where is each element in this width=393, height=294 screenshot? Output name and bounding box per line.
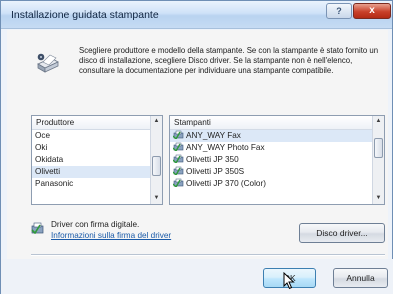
help-button[interactable]: ? bbox=[326, 3, 352, 19]
printer-driver-icon bbox=[173, 166, 184, 175]
scroll-down-arrow-icon[interactable]: ▼ bbox=[151, 193, 162, 204]
manufacturer-item-selected[interactable]: Olivetti bbox=[32, 166, 162, 178]
printer-scrollbar[interactable]: ▲ ▼ bbox=[372, 116, 384, 204]
printer-driver-icon bbox=[173, 178, 184, 187]
printer-list[interactable]: Stampanti ANY_WAY Fax ANY_WAY Photo Fax … bbox=[169, 115, 385, 205]
printer-item-selected[interactable]: ANY_WAY Fax bbox=[170, 130, 384, 142]
manufacturer-item[interactable]: Oki bbox=[32, 142, 162, 154]
printer-item-label: Olivetti JP 370 (Color) bbox=[186, 179, 266, 188]
scroll-up-arrow-icon[interactable]: ▲ bbox=[151, 116, 162, 127]
dialog-footer: OK Annulla bbox=[1, 259, 393, 294]
signed-driver-icon bbox=[31, 222, 44, 234]
title-bar[interactable]: Installazione guidata stampante ? x bbox=[1, 1, 392, 29]
printer-wizard-window: Installazione guidata stampante ? x Sceg… bbox=[0, 0, 393, 294]
intro-text: Scegliere produttore e modello della sta… bbox=[79, 46, 379, 75]
driver-signature-info-link[interactable]: Informazioni sulla firma del driver bbox=[51, 231, 171, 240]
printer-driver-icon bbox=[173, 130, 184, 139]
printer-item-label: Olivetti JP 350 bbox=[186, 155, 239, 164]
manufacturer-list-body: Oce Oki Okidata Olivetti Panasonic bbox=[32, 130, 162, 190]
driver-signed-text: Driver con firma digitale. bbox=[51, 220, 140, 229]
manufacturer-list[interactable]: Produttore Oce Oki Okidata Olivetti Pana… bbox=[31, 115, 163, 205]
scroll-thumb[interactable] bbox=[374, 138, 383, 158]
disk-driver-button[interactable]: Disco driver... bbox=[299, 223, 385, 243]
printer-driver-icon bbox=[173, 142, 184, 151]
printer-item[interactable]: Olivetti JP 350S bbox=[170, 166, 384, 178]
manufacturer-column-header[interactable]: Produttore bbox=[32, 116, 162, 130]
printer-driver-icon bbox=[173, 154, 184, 163]
printer-list-body: ANY_WAY Fax ANY_WAY Photo Fax Olivetti J… bbox=[170, 130, 384, 190]
separator bbox=[31, 254, 385, 256]
close-button[interactable]: x bbox=[353, 3, 391, 19]
manufacturer-item[interactable]: Okidata bbox=[32, 154, 162, 166]
scroll-down-arrow-icon[interactable]: ▼ bbox=[373, 193, 384, 204]
window-title: Installazione guidata stampante bbox=[11, 9, 159, 21]
printer-item-label: ANY_WAY Fax bbox=[186, 131, 241, 140]
printer-item-label: ANY_WAY Photo Fax bbox=[186, 143, 265, 152]
printer-item[interactable]: Olivetti JP 350 bbox=[170, 154, 384, 166]
printer-item[interactable]: Olivetti JP 370 (Color) bbox=[170, 178, 384, 190]
scroll-up-arrow-icon[interactable]: ▲ bbox=[373, 116, 384, 127]
printer-disk-icon bbox=[37, 53, 59, 73]
printer-column-header[interactable]: Stampanti bbox=[170, 116, 384, 130]
mouse-cursor-icon bbox=[283, 272, 295, 290]
manufacturer-item[interactable]: Panasonic bbox=[32, 178, 162, 190]
manufacturer-item[interactable]: Oce bbox=[32, 130, 162, 142]
printer-item[interactable]: ANY_WAY Photo Fax bbox=[170, 142, 384, 154]
cancel-button[interactable]: Annulla bbox=[333, 268, 388, 288]
manufacturer-scrollbar[interactable]: ▲ ▼ bbox=[150, 116, 162, 204]
printer-item-label: Olivetti JP 350S bbox=[186, 167, 245, 176]
scroll-thumb[interactable] bbox=[152, 156, 161, 176]
